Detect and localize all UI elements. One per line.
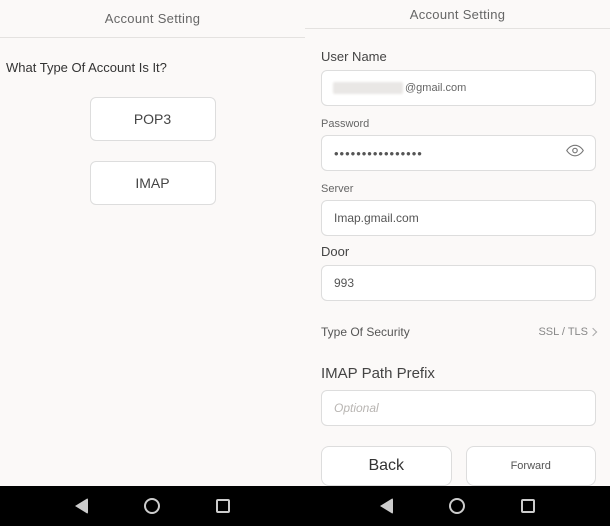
imap-button[interactable]: IMAP [90,161,216,205]
android-nav-bar [0,486,610,526]
username-redacted [333,82,403,94]
account-type-question: What Type Of Account Is It? [0,60,305,97]
chevron-right-icon [589,328,597,336]
door-label: Door [321,244,596,259]
imap-prefix-label: IMAP Path Prefix [321,365,596,382]
imap-prefix-input[interactable] [321,390,596,426]
android-home-icon[interactable] [449,498,465,514]
android-recent-icon[interactable] [521,499,535,513]
eye-icon[interactable] [566,142,584,165]
server-label: Server [321,183,596,195]
username-label: User Name [321,49,596,64]
page-title-right: Account Setting [305,0,610,29]
android-home-icon[interactable] [144,498,160,514]
password-label: Password [321,118,596,130]
android-back-icon[interactable] [380,498,393,514]
username-value: @gmail.com [333,82,466,94]
password-input[interactable] [321,135,596,171]
android-back-icon[interactable] [75,498,88,514]
security-value: SSL / TLS [538,326,588,338]
security-label: Type Of Security [321,325,410,339]
back-button[interactable]: Back [321,446,452,486]
account-settings-panel: Account Setting User Name @gmail.com Pas… [305,0,610,486]
pop3-button[interactable]: POP3 [90,97,216,141]
username-domain: @gmail.com [405,82,466,94]
server-input[interactable] [321,200,596,236]
forward-button[interactable]: Forward [466,446,597,486]
door-input[interactable] [321,265,596,301]
account-type-panel: Account Setting What Type Of Account Is … [0,0,305,486]
android-recent-icon[interactable] [216,499,230,513]
page-title-left: Account Setting [0,0,305,38]
security-type-row[interactable]: Type Of Security SSL / TLS [321,325,596,339]
